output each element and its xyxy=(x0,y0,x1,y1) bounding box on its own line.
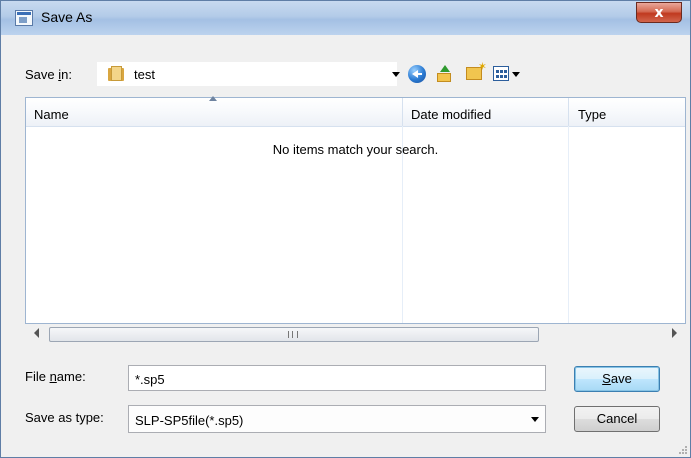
save-as-type-select[interactable]: SLP-SP5file(*.sp5) xyxy=(128,405,546,433)
scrollbar-thumb[interactable] xyxy=(49,327,539,342)
close-button[interactable]: x xyxy=(636,2,682,23)
save-as-type-label: Save as type: xyxy=(25,410,104,425)
save-as-dialog: Save As x Save in: test Name Date modifi… xyxy=(0,0,691,458)
close-icon: x xyxy=(654,5,664,21)
column-header-date-modified[interactable]: Date modified xyxy=(411,98,561,126)
dialog-title: Save As xyxy=(41,9,93,25)
column-header-type[interactable]: Type xyxy=(578,98,678,126)
resize-grip-icon[interactable] xyxy=(677,444,687,454)
empty-list-message: No items match your search. xyxy=(272,142,439,157)
up-one-level-button[interactable] xyxy=(434,63,456,85)
scrollbar-grip-icon xyxy=(288,331,298,338)
scroll-right-arrow-icon[interactable] xyxy=(672,328,677,338)
cancel-button[interactable]: Cancel xyxy=(574,406,660,432)
file-list[interactable]: Name Date modified Type No items match y… xyxy=(25,96,686,324)
view-menu-button[interactable] xyxy=(493,63,523,85)
current-folder-name: test xyxy=(134,67,155,82)
title-bar[interactable]: Save As x xyxy=(1,1,690,35)
back-arrow-icon xyxy=(408,65,426,83)
file-name-label: File name: xyxy=(25,369,86,384)
view-menu-icon xyxy=(493,66,509,81)
save-in-combo[interactable]: test xyxy=(97,62,397,86)
back-button[interactable] xyxy=(406,63,428,85)
save-button[interactable]: Save xyxy=(574,366,660,392)
scroll-left-arrow-icon[interactable] xyxy=(34,328,39,338)
file-name-input[interactable]: *.sp5 xyxy=(128,365,546,391)
save-in-dropdown-arrow[interactable] xyxy=(392,72,400,77)
view-dropdown-arrow xyxy=(512,72,520,77)
folder-icon xyxy=(108,66,124,82)
column-header-name[interactable]: Name xyxy=(34,98,404,126)
new-folder-button[interactable] xyxy=(464,60,487,85)
new-folder-icon xyxy=(466,60,487,80)
app-window-icon xyxy=(15,10,33,26)
column-header-row: Name Date modified Type xyxy=(26,96,685,127)
horizontal-scrollbar[interactable] xyxy=(25,325,686,343)
save-in-label: Save in: xyxy=(25,67,72,82)
up-folder-icon xyxy=(437,65,451,82)
type-dropdown-arrow xyxy=(531,417,539,422)
